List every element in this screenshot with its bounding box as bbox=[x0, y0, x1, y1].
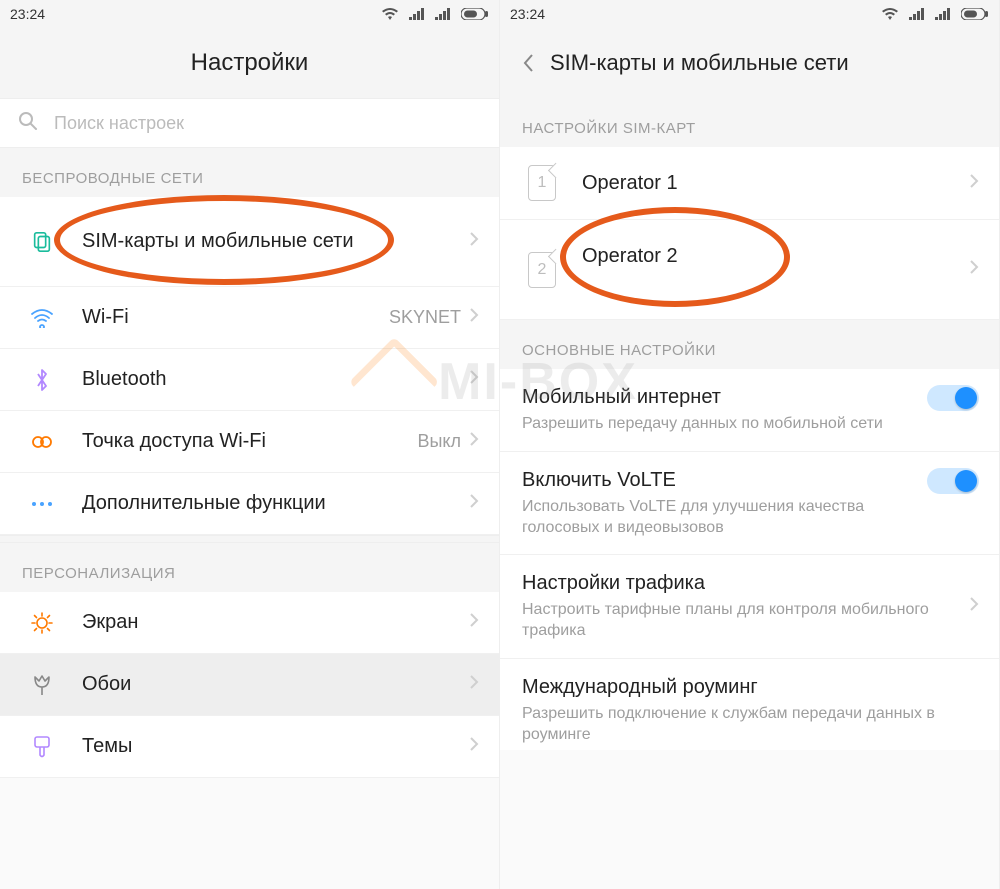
hotspot-icon bbox=[22, 433, 62, 451]
chevron-left-icon bbox=[522, 53, 534, 73]
wifi-icon bbox=[381, 7, 399, 21]
row-display[interactable]: Экран bbox=[0, 592, 499, 654]
row-wifi[interactable]: Wi-Fi SKYNET bbox=[0, 287, 499, 349]
signal-icon bbox=[909, 8, 925, 20]
page-title: SIM-карты и мобильные сети bbox=[550, 50, 849, 76]
signal-icon-2 bbox=[435, 8, 451, 20]
more-icon bbox=[22, 500, 62, 508]
search-icon bbox=[18, 111, 38, 136]
title-bar: Настройки bbox=[0, 28, 499, 98]
battery-icon bbox=[961, 8, 989, 20]
sim2-icon: 2 bbox=[522, 252, 562, 288]
row-more[interactable]: Дополнительные функции bbox=[0, 473, 499, 535]
toggle-mobile-internet[interactable] bbox=[927, 385, 979, 411]
page-title: Настройки bbox=[191, 49, 309, 77]
chevron-right-icon bbox=[469, 674, 479, 695]
row-mobile-internet[interactable]: Мобильный интернет Разрешить передачу да… bbox=[500, 369, 999, 452]
battery-icon bbox=[461, 8, 489, 20]
row-traffic[interactable]: Настройки трафика Настроить тарифные пла… bbox=[500, 555, 999, 659]
row-value: Выкл bbox=[417, 431, 461, 452]
section-main-settings: ОСНОВНЫЕ НАСТРОЙКИ bbox=[500, 320, 999, 369]
row-themes[interactable]: Темы bbox=[0, 716, 499, 778]
row-label: Wi-Fi bbox=[82, 305, 389, 330]
row-label: Дополнительные функции bbox=[82, 491, 469, 516]
row-volte[interactable]: Включить VoLTE Использовать VoLTE для ул… bbox=[500, 452, 999, 556]
row-roaming[interactable]: Международный роуминг Разрешить подключе… bbox=[500, 659, 999, 750]
wifi-icon bbox=[22, 308, 62, 328]
row-sublabel: Использовать VoLTE для улучшения качеств… bbox=[522, 497, 927, 539]
signal-icon-2 bbox=[935, 8, 951, 20]
sim-card-icon bbox=[22, 231, 62, 253]
search-placeholder: Поиск настроек bbox=[54, 113, 184, 134]
status-bar: 23:24 bbox=[0, 0, 499, 28]
row-label: Настройки трафика bbox=[522, 571, 969, 596]
row-sublabel: Настроить тарифные планы для контроля мо… bbox=[522, 600, 969, 642]
chevron-right-icon bbox=[969, 173, 979, 194]
tulip-icon bbox=[22, 673, 62, 697]
phone-right: 23:24 SIM-карты и мобильные сети НАСТРОЙ… bbox=[500, 0, 1000, 889]
row-label: Точка доступа Wi-Fi bbox=[82, 429, 417, 454]
row-sim1[interactable]: 1 Operator 1 bbox=[500, 147, 999, 220]
chevron-right-icon bbox=[969, 596, 979, 617]
signal-icon bbox=[409, 8, 425, 20]
row-wallpaper[interactable]: Обои bbox=[0, 654, 499, 716]
row-hotspot[interactable]: Точка доступа Wi-Fi Выкл bbox=[0, 411, 499, 473]
status-icons bbox=[881, 7, 989, 21]
chevron-right-icon bbox=[969, 259, 979, 280]
sim1-icon: 1 bbox=[522, 165, 562, 201]
row-sublabel: Разрешить подключение к службам передачи… bbox=[522, 704, 979, 746]
row-label: SIM-карты и мобильные сети bbox=[82, 229, 469, 254]
row-label: Bluetooth bbox=[82, 367, 469, 392]
phone-left: 23:24 Настройки Поиск настроек БЕСПРОВОД… bbox=[0, 0, 500, 889]
chevron-right-icon bbox=[469, 431, 479, 452]
sim-slot-number: 2 bbox=[528, 252, 556, 288]
status-bar: 23:24 bbox=[500, 0, 999, 28]
chevron-right-icon bbox=[469, 612, 479, 633]
section-gap bbox=[0, 535, 499, 543]
search-bar[interactable]: Поиск настроек bbox=[0, 98, 499, 148]
row-label: Экран bbox=[82, 610, 469, 635]
row-label: Мобильный интернет bbox=[522, 385, 927, 410]
chevron-right-icon bbox=[469, 307, 479, 328]
status-time: 23:24 bbox=[510, 6, 545, 22]
brush-icon bbox=[22, 735, 62, 759]
row-bluetooth[interactable]: Bluetooth bbox=[0, 349, 499, 411]
chevron-right-icon bbox=[469, 736, 479, 757]
row-label: Включить VoLTE bbox=[522, 468, 927, 493]
row-label: Обои bbox=[82, 672, 469, 697]
section-wireless: БЕСПРОВОДНЫЕ СЕТИ bbox=[0, 148, 499, 197]
sun-icon bbox=[22, 611, 62, 635]
row-label: Operator 1 bbox=[582, 171, 969, 196]
row-label: Темы bbox=[82, 734, 469, 759]
row-sublabel: Разрешить передачу данных по мобильной с… bbox=[522, 414, 927, 435]
sim-slot-number: 1 bbox=[528, 165, 556, 201]
row-label: Operator 2 bbox=[582, 244, 969, 269]
row-sim-networks[interactable]: SIM-карты и мобильные сети bbox=[0, 197, 499, 287]
toggle-volte[interactable] bbox=[927, 468, 979, 494]
row-value: SKYNET bbox=[389, 307, 461, 328]
row-sim2[interactable]: 2 Operator 2 bbox=[500, 220, 999, 320]
status-time: 23:24 bbox=[10, 6, 45, 22]
section-personalization: ПЕРСОНАЛИЗАЦИЯ bbox=[0, 543, 499, 592]
wifi-icon bbox=[881, 7, 899, 21]
title-bar: SIM-карты и мобильные сети bbox=[500, 28, 999, 98]
chevron-right-icon bbox=[469, 369, 479, 390]
back-button[interactable] bbox=[514, 49, 542, 77]
section-sim-settings: НАСТРОЙКИ SIM-КАРТ bbox=[500, 98, 999, 147]
row-label: Международный роуминг bbox=[522, 675, 979, 700]
status-icons bbox=[381, 7, 489, 21]
chevron-right-icon bbox=[469, 493, 479, 514]
chevron-right-icon bbox=[469, 231, 479, 252]
bluetooth-icon bbox=[22, 368, 62, 392]
